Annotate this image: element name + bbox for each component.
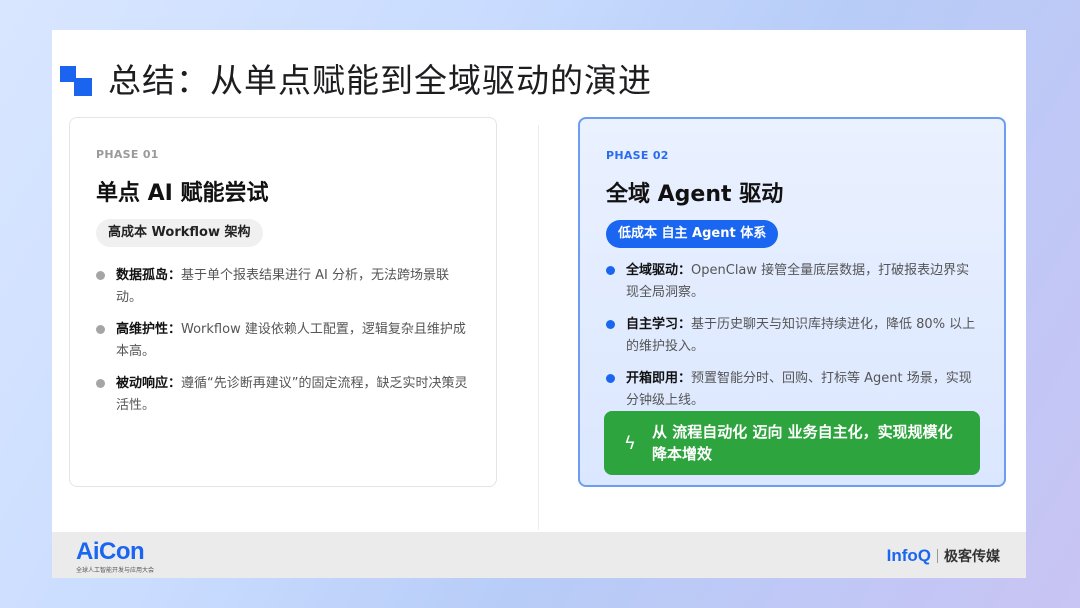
bullet-dot-icon (606, 320, 615, 329)
footer-bar: AiCon 全球人工智能开发与应用大会 InfoQ 极客传媒 (52, 532, 1026, 578)
phase-heading: 全域 Agent 驱动 (606, 182, 784, 207)
phase-heading: 单点 AI 赋能尝试 (96, 181, 269, 206)
phase-label: PHASE 01 (96, 148, 159, 161)
logo-divider (937, 549, 938, 563)
list-item: 被动响应：遵循“先诊断再建议”的固定流程，缺乏实时决策灵活性。 (96, 373, 470, 417)
bullet-dot-icon (96, 271, 105, 280)
phase-01-card: PHASE 01 单点 AI 赋能尝试 高成本 Workflow 架构 数据孤岛… (69, 117, 497, 487)
bullet-dot-icon (606, 374, 615, 383)
item-key: 开箱即用： (626, 371, 692, 386)
title-mark-icon (60, 60, 94, 96)
phase-tag: 高成本 Workflow 架构 (96, 219, 263, 247)
item-key: 被动响应： (116, 376, 182, 391)
phase-02-card: PHASE 02 全域 Agent 驱动 低成本 自主 Agent 体系 全域驱… (578, 117, 1006, 487)
list-item: 自主学习：基于历史聊天与知识库持续进化，降低 80% 以上的维护投入。 (606, 314, 978, 358)
item-key: 全域驱动： (626, 263, 692, 278)
item-key: 自主学习： (626, 317, 692, 332)
list-item: 全域驱动：OpenClaw 接管全量底层数据，打破报表边界实现全局洞察。 (606, 260, 978, 304)
phase-02-list: 全域驱动：OpenClaw 接管全量底层数据，打破报表边界实现全局洞察。 自主学… (606, 260, 978, 412)
phase-01-list: 数据孤岛：基于单个报表结果进行 AI 分析，无法跨场景联动。 高维护性：Work… (96, 265, 470, 417)
callout-banner: ϟ 从 流程自动化 迈向 业务自主化，实现规模化降本增效 (604, 411, 980, 475)
bullet-dot-icon (96, 379, 105, 388)
item-key: 高维护性： (116, 322, 182, 337)
infoq-brand-cn: 极客传媒 (944, 549, 1000, 565)
phase-label: PHASE 02 (606, 149, 669, 162)
callout-text: 从 流程自动化 迈向 业务自主化，实现规模化降本增效 (652, 423, 953, 463)
list-item: 数据孤岛：基于单个报表结果进行 AI 分析，无法跨场景联动。 (96, 265, 470, 309)
slide-title: 总结：从单点赋能到全域驱动的演进 (108, 61, 652, 100)
item-key: 数据孤岛： (116, 268, 182, 283)
bullet-dot-icon (96, 325, 105, 334)
lightning-icon: ϟ (624, 432, 636, 454)
aicon-brand: AiCon (76, 538, 145, 565)
phase-tag: 低成本 自主 Agent 体系 (606, 220, 779, 248)
list-item: 高维护性：Workflow 建设依赖人工配置，逻辑复杂且维护成本高。 (96, 319, 470, 363)
title-row: 总结：从单点赋能到全域驱动的演进 (60, 54, 652, 102)
infoq-brand: InfoQ (886, 546, 931, 565)
slide: 总结：从单点赋能到全域驱动的演进 PHASE 01 单点 AI 赋能尝试 高成本… (52, 30, 1026, 578)
aicon-logo: AiCon 全球人工智能开发与应用大会 (76, 538, 155, 575)
infoq-logo: InfoQ 极客传媒 (887, 546, 1000, 566)
column-divider (538, 125, 539, 530)
bullet-dot-icon (606, 266, 615, 275)
aicon-subtitle: 全球人工智能开发与应用大会 (76, 567, 155, 574)
list-item: 开箱即用：预置智能分时、回购、打标等 Agent 场景，实现分钟级上线。 (606, 368, 978, 412)
